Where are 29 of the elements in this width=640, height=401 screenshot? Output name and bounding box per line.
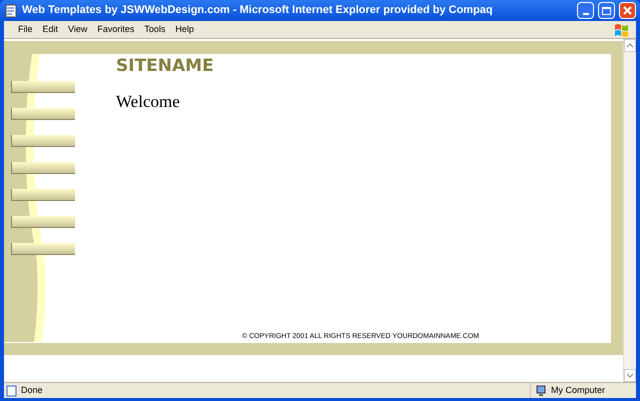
page-icon <box>6 384 18 396</box>
windows-logo-icon <box>614 22 630 36</box>
menu-item[interactable]: View <box>64 22 92 36</box>
window-title: Web Templates by JSWWebDesign.com - Microsoft Internet Explorer provided by Compaq <box>22 3 494 18</box>
site-name: SITENAME <box>116 55 215 77</box>
scroll-up-icon[interactable] <box>624 39 636 52</box>
scroll-down-icon[interactable] <box>624 369 636 382</box>
menu-item[interactable]: Help <box>171 22 198 36</box>
minimize-button[interactable] <box>577 2 594 19</box>
close-icon <box>623 6 632 15</box>
computer-icon <box>535 384 547 396</box>
nav-button[interactable] <box>11 81 75 93</box>
close-button[interactable] <box>619 2 636 19</box>
zone-text: My Computer <box>551 384 606 397</box>
status-text: Done <box>21 384 44 397</box>
browser-page-icon <box>4 4 18 18</box>
nav-button[interactable] <box>11 189 75 201</box>
nav-button[interactable] <box>11 243 75 255</box>
menu-item[interactable]: Favorites <box>93 22 138 36</box>
maximize-button[interactable] <box>598 2 615 19</box>
nav-button[interactable] <box>11 135 75 147</box>
welcome-heading: Welcome <box>116 91 181 113</box>
vertical-scrollbar[interactable] <box>623 39 636 382</box>
nav-button[interactable] <box>11 216 75 228</box>
menu-item[interactable]: Edit <box>38 22 62 36</box>
menu-item[interactable]: File <box>14 22 37 36</box>
nav-button[interactable] <box>11 162 75 174</box>
menu-item[interactable]: Tools <box>140 22 170 36</box>
nav-button[interactable] <box>11 108 75 120</box>
